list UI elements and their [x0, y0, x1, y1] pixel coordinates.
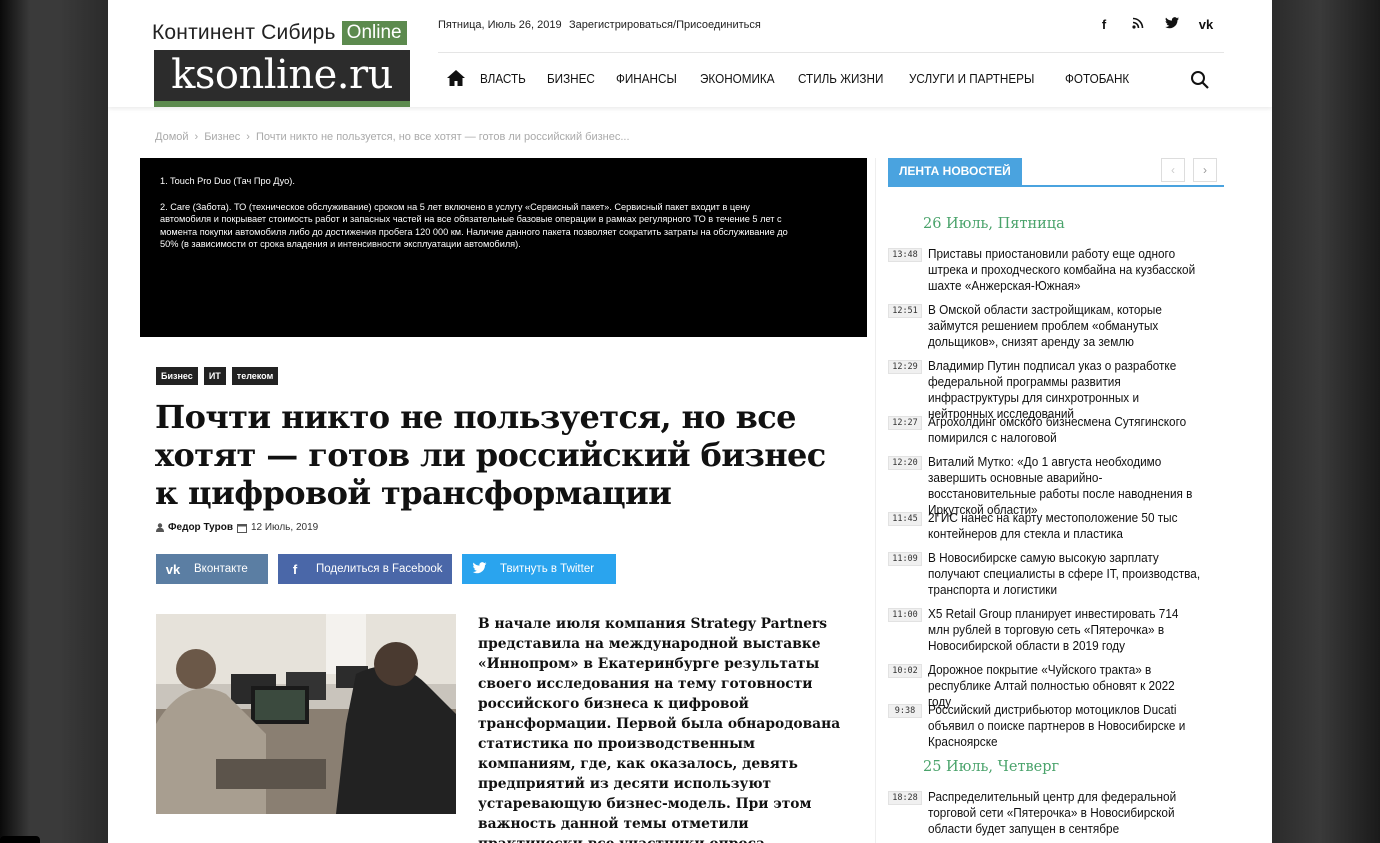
banner-line-1: 1. Touch Pro Duo (Тач Про Дуо). [160, 176, 295, 186]
nav-item-finansy[interactable]: ФИНАНСЫ [616, 71, 677, 86]
news-time: 12:51 [888, 304, 922, 318]
search-icon[interactable] [1190, 70, 1210, 90]
breadcrumb: Домой › Бизнес › Почти никто не пользуется, … [155, 131, 630, 143]
nav-item-vlast[interactable]: ВЛАСТЬ [480, 71, 526, 86]
breadcrumb-current: Почти никто не пользуется, но все хотят … [255, 131, 630, 143]
social-links: f vk [1094, 17, 1216, 32]
day-heading: 26 Июль, Пятница [923, 216, 1065, 232]
article-author[interactable]: Федор Туров [168, 522, 233, 533]
site-logo[interactable]: ksonline.ru [154, 50, 410, 107]
news-item[interactable]: 13:48 Приставы приостановили работу еще о… [888, 246, 1228, 294]
nav-item-ekonomika[interactable]: ЭКОНОМИКА [700, 71, 775, 86]
logo-online-badge: Online [341, 21, 407, 45]
article-tags: Бизнес ИТ телеком [156, 367, 279, 385]
chevron-left-icon[interactable]: ‹ [1161, 158, 1185, 182]
article-lead: В начале июля компания Strategy Partners… [478, 616, 841, 843]
office-photo-image [156, 614, 456, 814]
article-meta: Федор Туров 12 Июль, 2019 [156, 522, 318, 533]
news-time: 11:09 [888, 552, 922, 566]
news-item[interactable]: 11:09 В Новосибирске самую высокую зарпла… [888, 550, 1228, 598]
news-item[interactable]: 12:27 Агрохолдинг омского бизнесмена Сутя… [888, 414, 1228, 446]
news-text[interactable]: В Новосибирске самую высокую зарплату по… [928, 550, 1200, 598]
day-heading: 25 Июль, Четверг [923, 759, 1060, 775]
news-text[interactable]: 2ГИС нанес на карту местоположение 50 ты… [928, 510, 1200, 542]
nav-item-biznes[interactable]: БИЗНЕС [547, 71, 595, 86]
article-title: Почти никто не пользуется, но все хотят … [155, 398, 826, 512]
current-date: Пятница, Июль 26, 2019 [438, 19, 562, 31]
news-time: 13:48 [888, 248, 922, 262]
news-time: 12:29 [888, 360, 922, 374]
page: Континент Сибирь Online ksonline.ru Пятн… [108, 0, 1272, 843]
news-feed-header: ЛЕНТА НОВОСТЕЙ ‹ › [888, 158, 1224, 187]
top-bar: Пятница, Июль 26, 2019 Зарегистрироватьс… [438, 17, 1224, 53]
news-item[interactable]: 9:38 Российский дистрибьютор мотоциклов D… [888, 702, 1228, 750]
news-text[interactable]: Российский дистрибьютор мотоциклов Ducat… [928, 702, 1200, 750]
news-text[interactable]: Виталий Мутко: «До 1 августа необходимо … [928, 454, 1200, 518]
news-item[interactable]: 12:20 Виталий Мутко: «До 1 августа необхо… [888, 454, 1228, 518]
chevron-right-icon[interactable]: › [1193, 158, 1217, 182]
news-text[interactable]: Владимир Путин подписал указ о разработк… [928, 358, 1200, 422]
main-nav: ВЛАСТЬ БИЗНЕС ФИНАНСЫ ЭКОНОМИКА СТИЛЬ ЖИ… [446, 68, 1152, 88]
news-text[interactable]: X5 Retail Group планирует инвестировать … [928, 606, 1200, 654]
tag-telekom[interactable]: телеком [231, 367, 279, 385]
logo-top-text: Континент Сибирь [152, 21, 336, 44]
site-header: Континент Сибирь Online ksonline.ru Пятн… [108, 0, 1272, 107]
breadcrumb-home[interactable]: Домой [155, 131, 189, 143]
news-text[interactable]: В Омской области застройщикам, которые з… [928, 302, 1200, 350]
rss-icon[interactable] [1128, 17, 1148, 32]
logo-tagline[interactable]: Континент Сибирь Online [152, 20, 407, 46]
tag-it[interactable]: ИТ [203, 367, 226, 385]
facebook-icon[interactable]: f [1094, 17, 1114, 32]
article-date: 12 Июль, 2019 [250, 522, 319, 533]
news-text[interactable]: Агрохолдинг омского бизнесмена Сутягинск… [928, 414, 1200, 446]
facebook-icon: f [292, 561, 298, 577]
banner-line-2: 2. Care (Забота). ТО (техническое обслуж… [160, 201, 788, 250]
news-text[interactable]: Распределительный центр для федеральной … [928, 789, 1200, 837]
news-item[interactable]: 11:45 2ГИС нанес на карту местоположение … [888, 510, 1228, 542]
tag-biznes[interactable]: Бизнес [156, 367, 198, 385]
share-twitter-button[interactable]: Твитнуть в Twitter [462, 554, 616, 584]
nav-item-fotobank[interactable]: ФОТОБАНК [1065, 71, 1129, 86]
vk-icon[interactable]: vk [1196, 17, 1216, 32]
share-twitter-label: Твитнуть в Twitter [500, 563, 595, 575]
register-link[interactable]: Зарегистрироваться/Присоединиться [569, 19, 761, 31]
nav-item-stil-zhizni[interactable]: СТИЛЬ ЖИЗНИ [798, 71, 883, 86]
news-time: 12:20 [888, 456, 922, 470]
news-time: 18:28 [888, 791, 922, 805]
news-item[interactable]: 11:00 X5 Retail Group планирует инвестиро… [888, 606, 1228, 654]
news-time: 11:45 [888, 512, 922, 526]
share-vk-button[interactable]: vk Вконтакте [156, 554, 268, 584]
calendar-icon [236, 523, 247, 533]
twitter-icon[interactable] [1162, 17, 1182, 32]
news-time: 12:27 [888, 416, 922, 430]
news-text[interactable]: Приставы приостановили работу еще одного… [928, 246, 1200, 294]
share-vk-label: Вконтакте [194, 563, 248, 575]
twitter-icon [462, 561, 496, 577]
news-time: 10:02 [888, 664, 922, 678]
news-feed-title: ЛЕНТА НОВОСТЕЙ [888, 158, 1022, 185]
vk-icon: vk [165, 561, 181, 577]
column-divider [875, 158, 876, 843]
corner-tab [0, 836, 40, 843]
news-time: 11:00 [888, 608, 922, 622]
article-photo[interactable] [156, 614, 456, 814]
nav-item-uslugi[interactable]: УСЛУГИ И ПАРТНЕРЫ [909, 71, 1034, 86]
news-item[interactable]: 12:29 Владимир Путин подписал указ о разр… [888, 358, 1228, 422]
share-facebook-label: Поделиться в Facebook [316, 563, 443, 575]
ad-banner[interactable]: 1. Touch Pro Duo (Тач Про Дуо). 2. Care … [140, 158, 867, 337]
news-item[interactable]: 18:28 Распределительный центр для федерал… [888, 789, 1228, 837]
home-icon[interactable] [446, 68, 466, 88]
news-time: 9:38 [888, 704, 922, 718]
news-item[interactable]: 12:51 В Омской области застройщикам, кото… [888, 302, 1228, 350]
share-facebook-button[interactable]: f Поделиться в Facebook [278, 554, 452, 584]
breadcrumb-section[interactable]: Бизнес [204, 131, 240, 143]
user-icon [156, 523, 164, 532]
